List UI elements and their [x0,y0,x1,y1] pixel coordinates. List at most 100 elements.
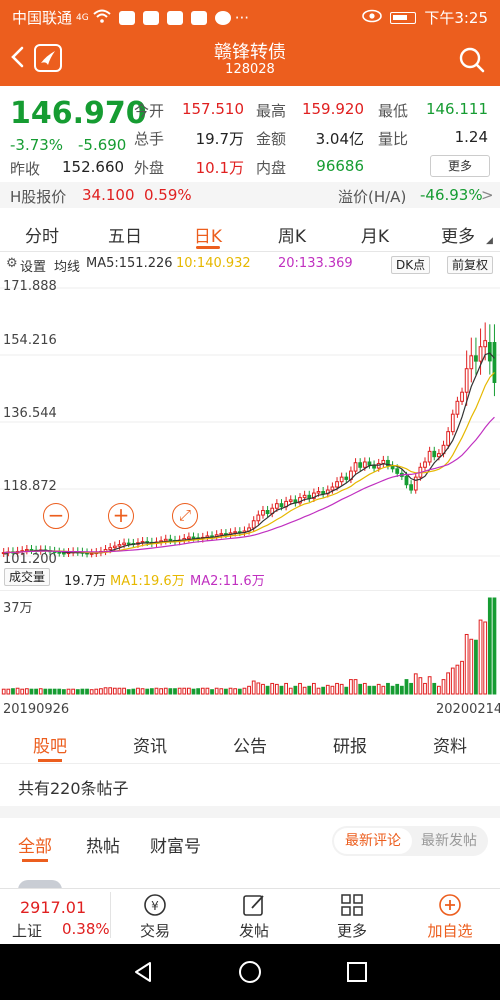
trade-label: 交易 [139,922,170,940]
volume-indicator-button[interactable]: 成交量 [4,568,51,586]
volume-bar [335,682,339,695]
tab-five-day[interactable]: 五日 [95,222,155,247]
volume-bar [163,687,168,695]
sort-toggle: 最新评论 最新发帖 [332,826,488,856]
volume-bar [15,687,20,695]
candle-body [256,514,261,522]
volume-bar [450,667,455,695]
ma5-line [3,352,495,554]
candle-body [423,461,427,468]
volume-bar [353,679,358,695]
candle-body [464,368,469,393]
active-tab-underline [196,246,220,249]
nav-home-icon[interactable] [237,959,263,985]
volume-bar [237,688,242,695]
app-notification-icon [118,10,135,25]
more-quote-button[interactable]: 更多 [430,155,490,177]
index-value[interactable]: 2917.01 [20,898,86,917]
settings-button[interactable]: 设置 [20,256,46,275]
edit-icon [243,895,264,916]
field-value: 3.04亿 [315,130,364,148]
gear-icon[interactable]: ⚙ [6,256,18,271]
dk-point-button[interactable]: DK点 [391,256,431,274]
field-label: 今开 [134,102,165,120]
tab-monthly-k[interactable]: 月K [345,222,405,247]
candle-body [330,486,335,491]
volume-bar [210,689,214,695]
volume-bar [6,688,11,695]
period-tabs: 分时 五日 日K 周K 月K 更多 ◢ [0,214,500,252]
zoom-out-button[interactable]: − [43,503,69,529]
add-watchlist-button[interactable]: 加自选 [415,892,485,941]
volume-bar [34,688,38,695]
filter-fortune[interactable]: 财富号 [150,832,201,857]
app-notification-icon [190,10,207,25]
volume-bar [427,676,432,695]
volume-bar [399,685,404,695]
filter-hot[interactable]: 热帖 [86,832,120,857]
volume-bar [344,686,349,695]
tab-weekly-k[interactable]: 周K [262,222,322,247]
zoom-in-button[interactable]: + [108,503,134,529]
volume-bar [455,664,460,695]
fullscreen-button[interactable]: ⤢ [172,503,198,529]
volume-chart[interactable] [0,590,500,700]
candle-body [112,545,117,549]
volume-bar [187,687,191,695]
tab-daily-k[interactable]: 日K [178,222,238,247]
candle-body [413,476,418,491]
volume-bar [85,688,89,695]
nav-back-icon[interactable] [130,959,156,985]
search-icon[interactable] [458,46,486,74]
ma20-value: 20:133.369 [278,256,353,271]
tab-news[interactable]: 资讯 [120,732,180,757]
tab-intraday[interactable]: 分时 [12,222,72,247]
volume-bar [48,688,52,695]
candle-body [339,476,344,483]
tab-research[interactable]: 研报 [320,732,380,757]
candle-body [117,544,122,547]
tab-profile[interactable]: 资料 [420,732,480,757]
tab-announcements[interactable]: 公告 [220,732,280,757]
volume-bar [386,682,390,695]
y-tick-label: 136.544 [3,406,57,421]
volume-bar [131,688,136,695]
trade-button[interactable]: ¥ 交易 [120,892,190,941]
sort-latest-post[interactable]: 最新发帖 [412,828,486,854]
nav-recent-icon[interactable] [344,959,370,985]
volume-bar [233,688,238,695]
candle-body [427,450,432,463]
h-share-row[interactable]: H股报价 34.100 0.59% 溢价(H/A) -46.93% > [0,182,500,208]
candle-body [469,355,474,370]
candlestick-chart[interactable] [0,276,500,566]
posts-count: 共有220条帖子 [18,779,129,798]
volume-bar [288,687,293,695]
more-button[interactable]: 更多 [317,892,387,941]
premium-label: 溢价(H/A) [338,188,407,206]
volume-bar [367,685,372,695]
sort-latest-comment[interactable]: 最新评论 [334,828,412,854]
more-label: 更多 [336,922,367,940]
volume-bar [441,679,446,695]
dropdown-triangle-icon: ◢ [486,236,493,246]
tab-more[interactable]: 更多 [428,222,488,247]
volume-bar [274,683,279,695]
volume-bar [487,597,492,695]
field-value: 1.24 [454,128,488,146]
volume-bar [464,633,469,695]
volume-bar [437,685,441,695]
volume-bar [136,687,140,695]
volume-bar [409,682,414,695]
post-label: 发帖 [238,922,269,940]
change-amount: -5.690 [78,136,127,154]
post-button[interactable]: 发帖 [219,892,289,941]
tab-forum[interactable]: 股吧 [20,732,80,757]
ma-legend-row: ⚙ 设置 均线 MA5:151.226 10:140.932 20:133.36… [0,253,500,275]
candle-body [404,475,409,486]
volume-ma1: MA1:19.6万 [110,574,185,589]
adjust-button[interactable]: 前复权 [447,256,494,274]
volume-bar [173,688,177,695]
candle-body [89,552,94,555]
app-notification-icon [142,10,159,25]
filter-all[interactable]: 全部 [18,832,52,857]
